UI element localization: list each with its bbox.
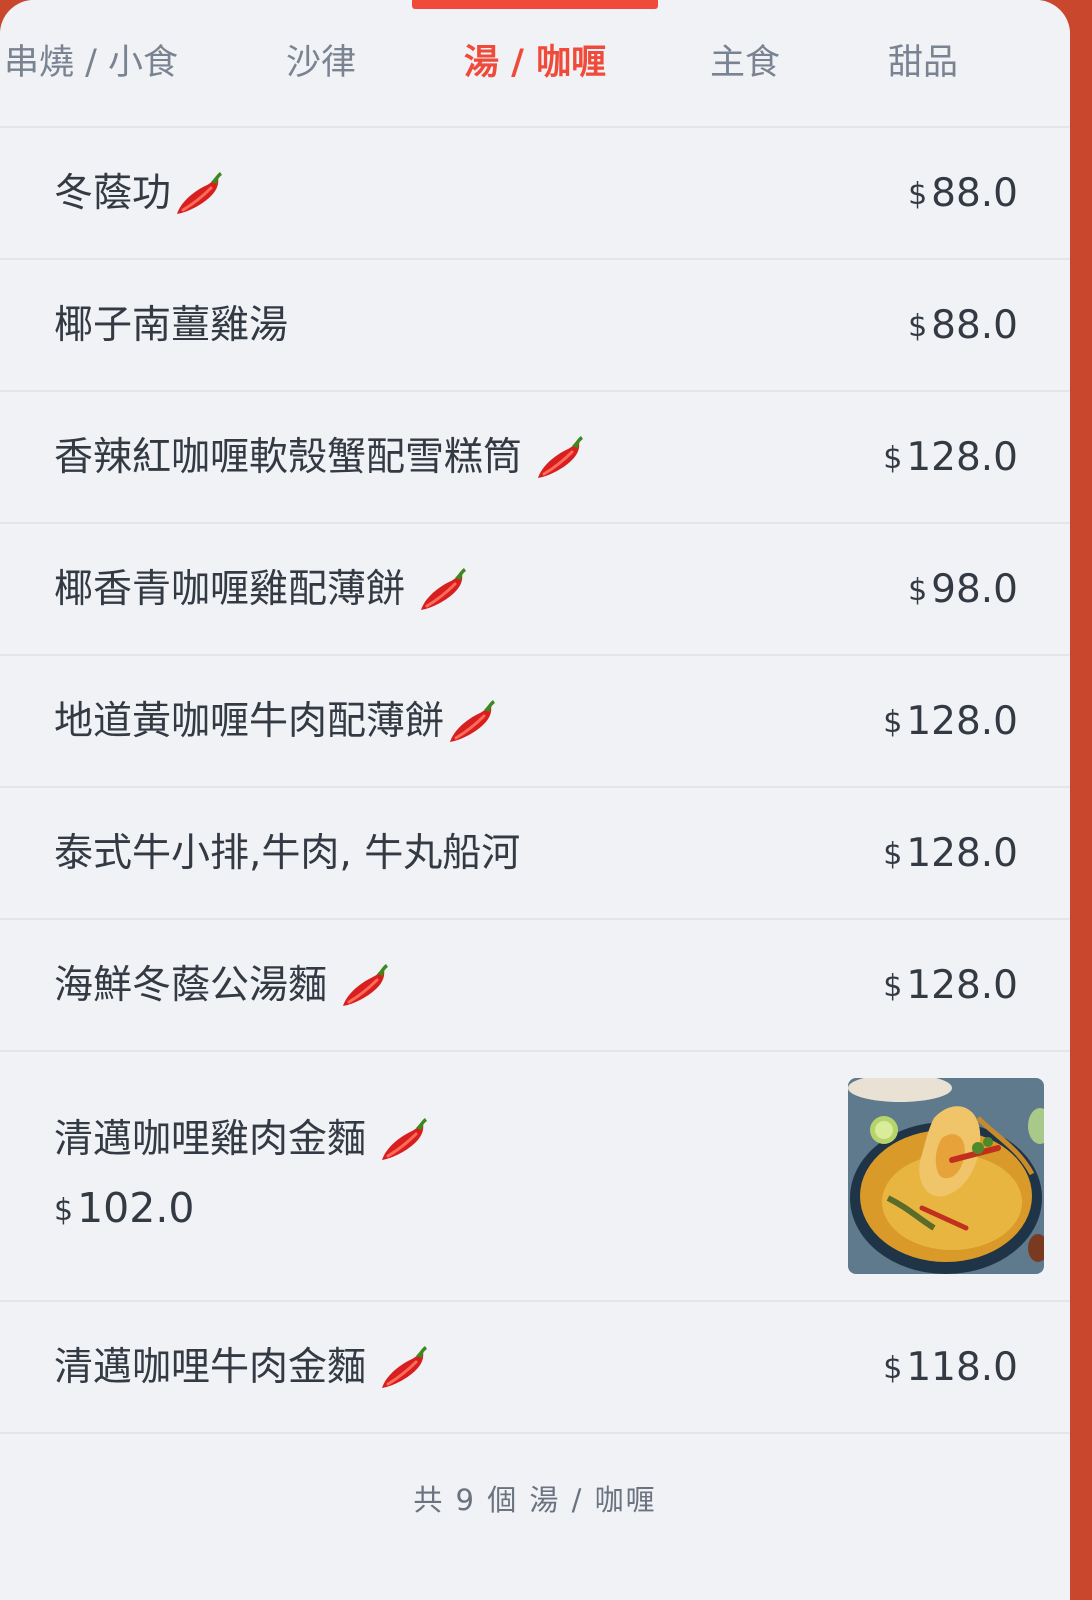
menu-item[interactable]: 椰子南薑雞湯 $88.0 [0,260,1070,392]
item-price: $88.0 [908,171,1018,216]
item-price: $88.0 [908,303,1018,348]
item-name: 清邁咖哩雞肉金麵 [54,1117,367,1162]
menu-item[interactable]: 泰式牛小排,牛肉, 牛丸船河 $128.0 [0,788,1070,920]
item-price: $118.0 [883,1345,1018,1390]
tab-skewers-snacks[interactable]: 串燒 / 小食 [4,38,178,88]
item-name: 清邁咖哩牛肉金麵 [54,1345,367,1390]
item-name: 香辣紅咖喱軟殼蟹配雪糕筒 [54,435,523,480]
chili-pepper-icon [382,1346,428,1388]
item-price: $128.0 [883,831,1018,876]
item-name: 地道黃咖喱牛肉配薄餅 [54,699,445,744]
menu-item[interactable]: 海鮮冬蔭公湯麵 $128.0 [0,920,1070,1052]
chili-pepper-icon [421,568,467,610]
chili-pepper-icon [343,964,389,1006]
chili-pepper-icon [450,700,496,742]
item-price: $128.0 [883,963,1018,1008]
item-price: $102.0 [54,1184,195,1232]
menu-sheet: 串燒 / 小食 沙律 湯 / 咖喱 主食 甜品 冬蔭功 $88.0 椰子南薑雞湯… [0,0,1070,1600]
menu-item[interactable]: 冬蔭功 $88.0 [0,128,1070,260]
menu-item[interactable]: 清邁咖哩牛肉金麵 $118.0 [0,1302,1070,1434]
tab-salad[interactable]: 沙律 [286,38,356,88]
tab-main-course[interactable]: 主食 [710,38,780,88]
tab-dessert[interactable]: 甜品 [888,38,958,88]
item-name: 冬蔭功 [54,171,172,216]
item-price: $98.0 [908,567,1018,612]
active-tab-indicator [412,0,658,9]
item-count-footer: 共 9 個 湯 / 咖喱 [413,1483,657,1517]
chili-pepper-icon [538,436,584,478]
item-price: $128.0 [883,699,1018,744]
item-name: 椰子南薑雞湯 [54,303,289,348]
menu-item[interactable]: 地道黃咖喱牛肉配薄餅 $128.0 [0,656,1070,788]
category-tab-bar: 串燒 / 小食 沙律 湯 / 咖喱 主食 甜品 [0,0,1070,128]
chili-pepper-icon [382,1118,428,1160]
menu-item[interactable]: 清邁咖哩雞肉金麵 $102.0 [0,1052,1070,1302]
item-name: 椰香青咖喱雞配薄餅 [54,567,406,612]
dish-photo[interactable] [848,1078,1044,1274]
menu-list: 冬蔭功 $88.0 椰子南薑雞湯 $88.0 香辣紅咖喱軟殼蟹配雪糕筒 $128… [0,128,1070,1434]
menu-item[interactable]: 椰香青咖喱雞配薄餅 $98.0 [0,524,1070,656]
item-name: 泰式牛小排,牛肉, 牛丸船河 [54,831,521,876]
chili-pepper-icon [177,172,223,214]
item-price: $128.0 [883,435,1018,480]
item-name: 海鮮冬蔭公湯麵 [54,963,328,1008]
tab-soup-curry[interactable]: 湯 / 咖喱 [464,38,606,88]
menu-item[interactable]: 香辣紅咖喱軟殼蟹配雪糕筒 $128.0 [0,392,1070,524]
